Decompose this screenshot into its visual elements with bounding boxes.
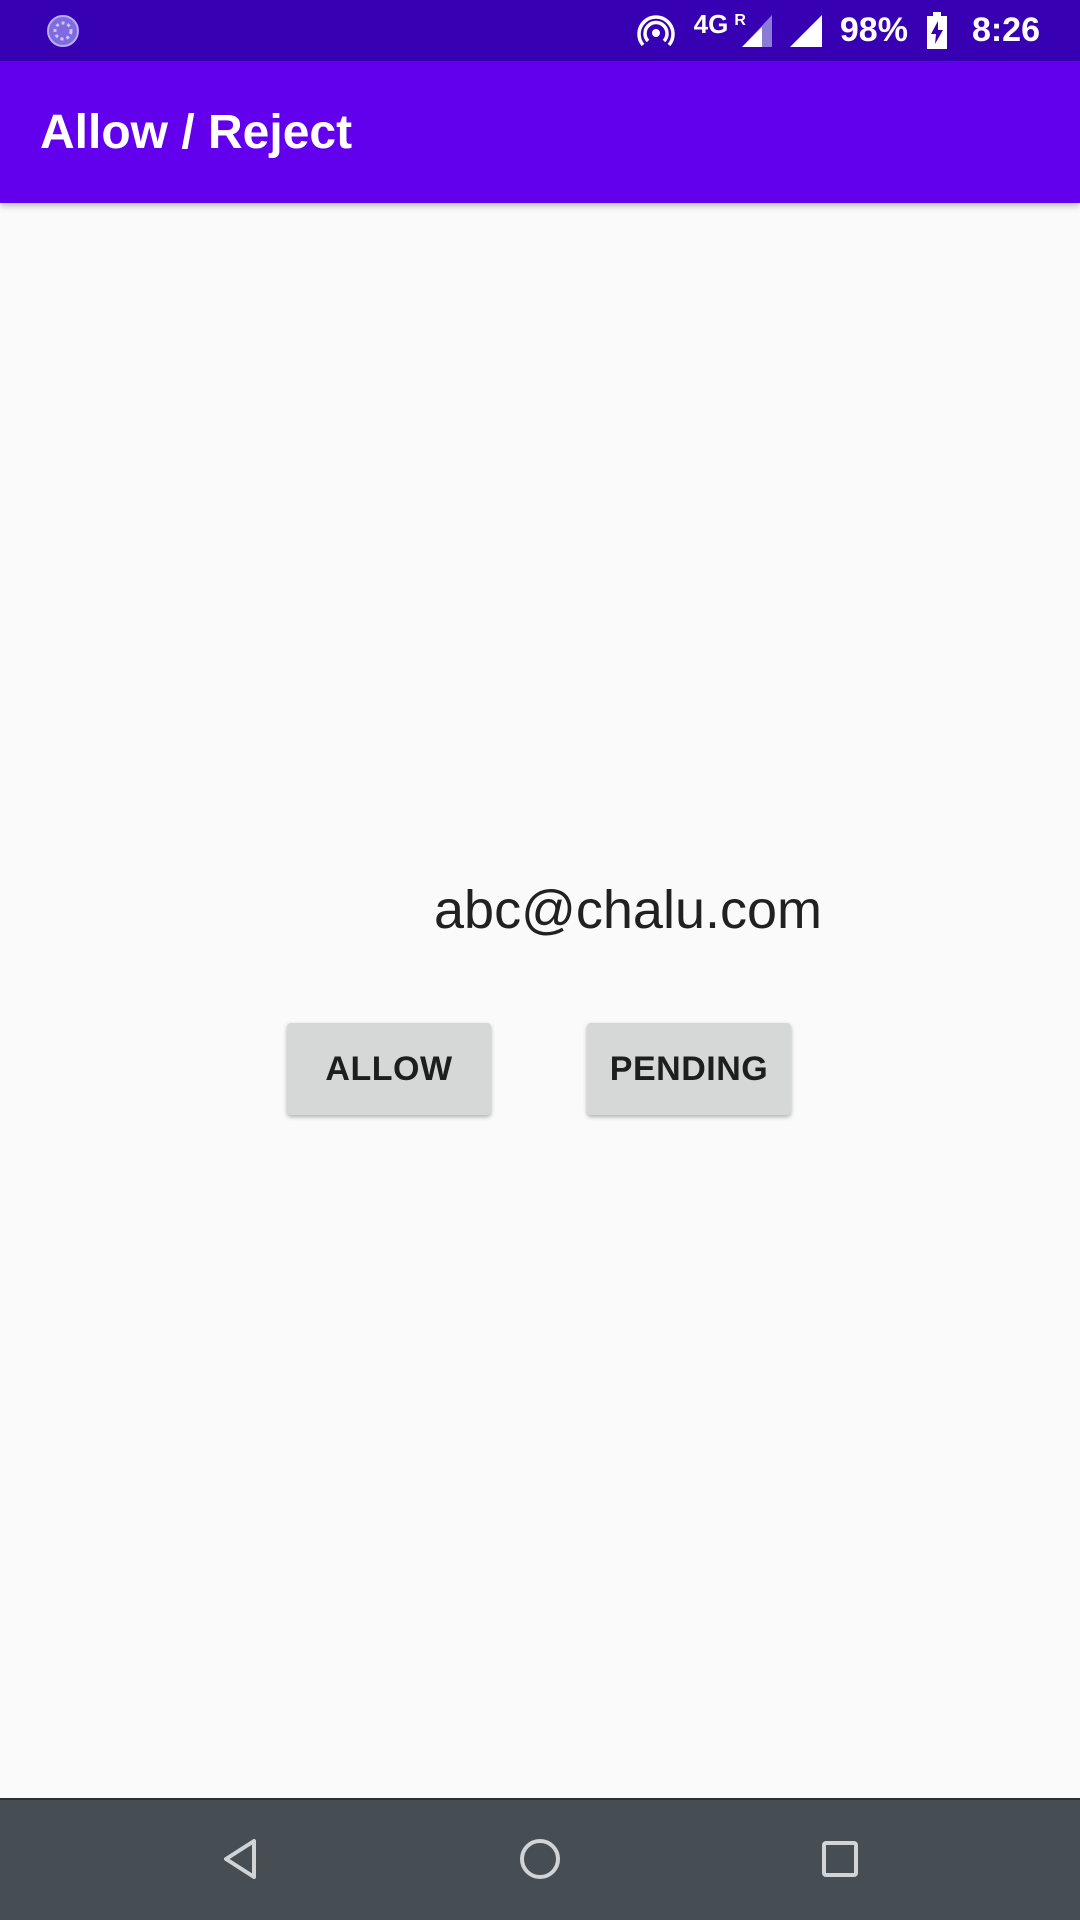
- back-button[interactable]: [210, 1831, 270, 1891]
- email-label: abc@chalu.com: [434, 880, 822, 940]
- signal-r-icon: 4G R: [694, 9, 772, 47]
- battery-charging-icon: [926, 11, 948, 50]
- signal-icon: [789, 14, 822, 47]
- loading-circle-icon: [46, 14, 80, 48]
- navigation-bar: [0, 1798, 1080, 1920]
- back-icon: [220, 1837, 260, 1886]
- screen: 4G R 98% 8:26 Allow / Reject abc@chalu.c…: [0, 0, 1080, 1920]
- network-type-label: 4G: [693, 9, 729, 39]
- clock: 8:26: [971, 11, 1040, 49]
- allow-button[interactable]: ALLOW: [287, 1023, 491, 1115]
- status-bar: 4G R 98% 8:26: [0, 0, 1080, 61]
- page-title: Allow / Reject: [40, 106, 353, 159]
- app-bar: Allow / Reject: [0, 61, 1080, 203]
- home-button[interactable]: [510, 1831, 570, 1891]
- roaming-label: R: [734, 11, 746, 29]
- recents-icon: [820, 1839, 860, 1884]
- hotspot-icon: [636, 11, 676, 51]
- recents-button[interactable]: [810, 1831, 870, 1891]
- pending-button[interactable]: PENDING: [587, 1023, 791, 1115]
- battery-percent: 98%: [839, 11, 908, 49]
- status-icons: 4G R 98% 8:26: [636, 0, 1040, 61]
- home-icon: [518, 1837, 562, 1886]
